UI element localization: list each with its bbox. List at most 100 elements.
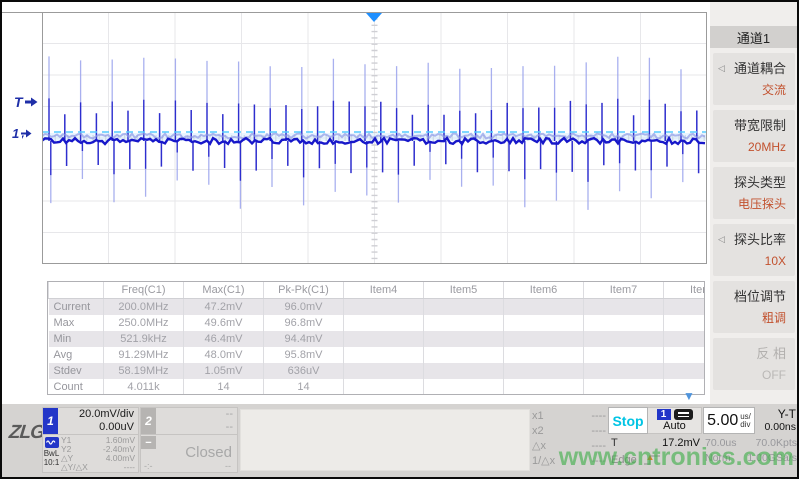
readout-row: x2----: [532, 424, 606, 439]
trigger-level-value: 17.2mV: [662, 437, 700, 449]
readout-row: 1/△x----: [532, 454, 606, 469]
dc-coupling-icon: [674, 409, 693, 420]
measurement-value: 96.8mV: [264, 315, 344, 331]
measurement-table-panel: Freq(C1)Max(C1)Pk-Pk(C1)Item4Item5Item6I…: [47, 281, 705, 395]
measurement-value: 14: [264, 379, 344, 395]
measurement-value: [504, 315, 584, 331]
measurement-column-header[interactable]: Item7: [584, 282, 664, 299]
measurement-row: Avg91.29MHz48.0mV95.8mV: [49, 347, 706, 363]
measurement-value: 636uV: [264, 363, 344, 379]
measurement-value: [344, 299, 424, 316]
measurement-value: [664, 299, 706, 316]
channel1-cursor-readouts: Y11.60mVY2-2.40mV△Y4.00mV△Y/△X----: [60, 435, 138, 473]
timebase-unit: us/div: [740, 413, 751, 429]
waveform-plot: [42, 12, 707, 264]
measurement-row: Max250.0MHz49.6mV96.8mV: [49, 315, 706, 331]
measurement-column-header[interactable]: Item8: [664, 282, 706, 299]
channel2-right-readout: --: [225, 461, 231, 471]
menu-item-value: 粗调: [722, 311, 786, 326]
trigger-status-box: Stop 1 Auto T 17.2mV Edge: [608, 407, 702, 476]
measurement-value: [664, 347, 706, 363]
measurement-row: Min521.9kHz46.4mV94.4mV: [49, 331, 706, 347]
measurement-value: [344, 347, 424, 363]
right-arrow-icon: [25, 97, 38, 107]
timebase-scale: 5.00: [707, 412, 738, 430]
measurement-column-header[interactable]: Item6: [504, 282, 584, 299]
readout-value: ----: [591, 409, 606, 424]
measurement-row: Count4.011k1414: [49, 379, 706, 395]
menu-item-2[interactable]: 带宽限制 20MHz: [713, 110, 795, 162]
measurement-value: [584, 347, 664, 363]
menu-item-1[interactable]: ◁通道耦合交流: [713, 53, 795, 105]
oscilloscope-screen: T 1 Freq(C1)Max(C1)Pk-Pk(C1)Item4Item5It…: [0, 0, 799, 479]
run-state-button[interactable]: Stop: [608, 407, 648, 434]
channel1-status-box[interactable]: 1 20.0mV/div 0.00uV BwL 10:1 Y11.60mVY2-…: [42, 407, 139, 473]
readout-row: △x----: [532, 439, 606, 454]
measurement-value: [504, 379, 584, 395]
channel2-scale: --: [156, 408, 237, 421]
menu-item-title: 反 相: [722, 346, 786, 362]
measurement-value: [424, 363, 504, 379]
menu-item-3[interactable]: 探头类型电压探头: [713, 167, 795, 219]
channel1-position-marker[interactable]: 1: [12, 126, 32, 141]
probe-ratio-flag: 10:1: [44, 458, 60, 467]
timebase-status-box: 5.00 us/div Y-T 0.00ns 70.0us 70.0Kpts N…: [703, 407, 798, 476]
measurement-value: 49.6mV: [184, 315, 264, 331]
menu-header: 通道1: [710, 26, 797, 48]
measurement-column-header[interactable]: Pk-Pk(C1): [264, 282, 344, 299]
channel1-position-label: 1: [12, 126, 19, 141]
measurement-value: [664, 363, 706, 379]
trigger-source-badge: 1: [657, 409, 671, 420]
measurement-value: [504, 347, 584, 363]
menu-item-4[interactable]: ◁探头比率 10X: [713, 224, 795, 276]
acquire-mode: Norm: [705, 452, 731, 464]
readout-label: x2: [532, 424, 544, 439]
channel1-badge: 1: [43, 408, 58, 434]
readout-label: △x: [532, 439, 546, 454]
menu-item-5[interactable]: 档位调节粗调: [713, 281, 795, 333]
menu-item-value: 10X: [722, 254, 786, 269]
measurement-column-header[interactable]: Freq(C1): [104, 282, 184, 299]
menu-item-6[interactable]: 反 相OFF: [713, 338, 795, 390]
measurement-value: [424, 331, 504, 347]
measurement-value: 250.0MHz: [104, 315, 184, 331]
measurement-value: 4.011k: [104, 379, 184, 395]
measurement-value: [584, 315, 664, 331]
bandwidth-limit-flag: BwL: [44, 449, 60, 458]
menu-item-title: 带宽限制: [722, 118, 786, 134]
measurement-value: [344, 379, 424, 395]
measurement-value: 1.05mV: [184, 363, 264, 379]
trigger-type: Edge: [611, 454, 637, 466]
readout-row: △Y/△X----: [61, 463, 135, 472]
measurement-column-header[interactable]: Item4: [344, 282, 424, 299]
measurement-value: [344, 331, 424, 347]
trigger-position-icon[interactable]: [366, 13, 382, 22]
scroll-down-icon[interactable]: ▼: [683, 390, 695, 402]
expand-left-icon: ◁: [718, 234, 725, 245]
measurement-row: Current200.0MHz47.2mV96.0mV: [49, 299, 706, 316]
memory-depth: 70.0Kpts: [756, 437, 797, 449]
trigger-delay: 0.00ns: [764, 421, 796, 433]
ac-coupling-icon: [45, 437, 59, 448]
channel-menu-sidebar: 通道1 ◁通道耦合交流带宽限制20MHz探头类型电压探头◁探头比率10X档位调节…: [710, 2, 797, 404]
trigger-mode-button[interactable]: 1 Auto: [648, 407, 702, 434]
measurement-column-header[interactable]: Item5: [424, 282, 504, 299]
menu-item-value: 20MHz: [722, 140, 786, 155]
measurement-value: [504, 363, 584, 379]
measurement-value: 48.0mV: [184, 347, 264, 363]
channel2-status-box[interactable]: 2 -- -- − Closed -:- --: [140, 407, 238, 473]
channel2-left-readout: -:-: [144, 461, 153, 471]
readout-label: △Y/△X: [61, 463, 88, 472]
measurement-value: 200.0MHz: [104, 299, 184, 316]
measurement-value: [424, 315, 504, 331]
measurement-value: [584, 363, 664, 379]
expand-left-icon: ◁: [718, 63, 725, 74]
measurement-value: 96.0mV: [264, 299, 344, 316]
rising-edge-icon: [642, 453, 662, 466]
trigger-level-marker[interactable]: T: [14, 94, 38, 110]
measurement-value: [584, 299, 664, 316]
menu-item-title: 探头比率: [722, 232, 786, 248]
measurement-row-label: Stdev: [49, 363, 104, 379]
measurement-column-header[interactable]: Max(C1): [184, 282, 264, 299]
timebase-button[interactable]: 5.00 us/div: [703, 407, 755, 434]
